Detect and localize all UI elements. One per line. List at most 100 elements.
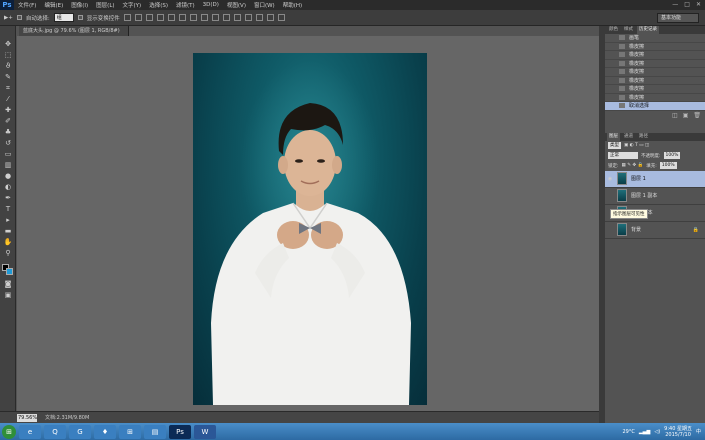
3d-rotate-icon[interactable] [266,14,274,21]
qq-icon[interactable]: Q [44,424,66,439]
ie-icon[interactable]: e [19,424,41,439]
folder-icon[interactable]: ▤ [144,424,166,439]
clone-stamp-tool-icon[interactable]: ♣ [3,128,13,137]
app-icon[interactable]: ⊞ [119,424,141,439]
screen-mode-icon[interactable]: ▣ [3,291,13,300]
menu-file[interactable]: 文件(F) [14,1,40,9]
marquee-tool-icon[interactable]: ⬚ [3,51,13,60]
word-taskbar-icon[interactable]: W [194,424,216,439]
background-color-swatch[interactable] [6,268,13,275]
path-select-tool-icon[interactable]: ▸ [3,216,13,225]
photoshop-taskbar-icon[interactable]: Ps [169,424,191,439]
eraser-tool-icon[interactable]: ▭ [3,150,13,159]
3d-pan-icon[interactable] [277,14,285,21]
menu-window[interactable]: 窗口(W) [250,1,279,9]
history-item[interactable]: 橡皮擦 [605,77,705,85]
align-vcenter-icon[interactable] [134,14,142,21]
tab-layers[interactable]: 图层 [607,132,620,141]
distribute-top-icon[interactable] [189,14,197,21]
tab-history[interactable]: 历史记录 [637,26,659,34]
align-top-icon[interactable] [123,14,131,21]
filter-icons[interactable]: ▣ ◐ T ▭ ◫ [624,143,649,148]
hand-tool-icon[interactable]: ✋ [3,238,13,247]
gradient-tool-icon[interactable]: ▥ [3,161,13,170]
3d-mode-icon[interactable] [255,14,263,21]
distribute-left-icon[interactable] [222,14,230,21]
layer-row[interactable]: 背景 🔒 [605,222,705,239]
type-tool-icon[interactable]: T [3,205,13,214]
distribute-right-icon[interactable] [244,14,252,21]
eyedropper-tool-icon[interactable]: ⁄ [3,95,13,104]
lock-icons[interactable]: ▦ ✎ ✥ 🔒 [622,163,644,168]
distribute-vcenter-icon[interactable] [200,14,208,21]
eye-icon[interactable] [607,227,613,233]
move-tool-icon[interactable]: ✥ [3,40,13,49]
zoom-tool-icon[interactable]: ⚲ [3,249,13,258]
fill-field[interactable]: 100% [659,162,677,169]
tab-styles[interactable]: 样式 [622,26,635,34]
maximize-button[interactable]: □ [684,0,690,10]
history-item[interactable]: 橡皮擦 [605,51,705,60]
align-hcenter-icon[interactable] [167,14,175,21]
auto-select-dropdown[interactable]: 组 [53,13,74,22]
menu-filter[interactable]: 滤镜(T) [172,1,199,9]
menu-layer[interactable]: 图层(L) [92,1,118,9]
quick-select-tool-icon[interactable]: ✎ [3,73,13,82]
history-item[interactable]: 橡皮擦 [605,60,705,68]
workspace-switcher[interactable]: 基本功能 [657,13,699,23]
layer-row[interactable]: 图层 1 副本 [605,188,705,205]
history-item[interactable]: 橡皮擦 [605,85,705,94]
align-left-icon[interactable] [156,14,164,21]
brush-tool-icon[interactable]: ✐ [3,117,13,126]
shape-tool-icon[interactable]: ▬ [3,227,13,236]
dodge-tool-icon[interactable]: ◐ [3,183,13,192]
history-item[interactable]: 橡皮擦 [605,43,705,51]
volume-icon[interactable]: ◁) [654,429,660,435]
eye-icon[interactable] [607,193,613,199]
menu-help[interactable]: 帮助(H) [279,1,306,9]
history-item[interactable]: 橡皮擦 [605,94,705,102]
move-tool-icon[interactable]: ▶+ [4,15,13,21]
menu-type[interactable]: 文字(Y) [119,1,146,9]
trash-icon[interactable]: 🗑 [693,112,701,119]
distribute-hcenter-icon[interactable] [233,14,241,21]
align-right-icon[interactable] [178,14,186,21]
history-item[interactable]: 画笔 [605,34,705,43]
align-bottom-icon[interactable] [145,14,153,21]
start-button[interactable]: ⊞ [2,424,16,439]
menu-image[interactable]: 图像(I) [67,1,92,9]
menu-3d[interactable]: 3D(D) [199,2,223,8]
weather-label[interactable]: 29°C [622,429,634,435]
blur-tool-icon[interactable]: ● [3,172,13,181]
auto-select-checkbox[interactable] [16,15,22,20]
blend-mode-select[interactable]: 正常 [608,152,638,159]
menu-view[interactable]: 视图(V) [223,1,250,9]
pen-tool-icon[interactable]: ✒ [3,194,13,203]
zoom-level-field[interactable]: 79.56% [17,413,37,422]
healing-brush-tool-icon[interactable]: ✚ [3,106,13,115]
crop-tool-icon[interactable]: ⌗ [3,84,13,93]
eye-icon[interactable]: ◉ [607,176,613,182]
tab-channels[interactable]: 通道 [622,133,635,141]
history-item[interactable]: 橡皮擦 [605,68,705,77]
lasso-tool-icon[interactable]: ϑ [3,62,13,71]
layer-kind-filter[interactable]: 类型 [608,142,621,149]
new-snapshot-icon[interactable]: ◫ [672,112,678,119]
distribute-bottom-icon[interactable] [211,14,219,21]
close-button[interactable]: ✕ [696,0,701,10]
camera-icon[interactable]: ▣ [683,112,689,119]
layer-row[interactable]: ◉ 图层 1 [605,170,705,188]
tab-color[interactable]: 颜色 [607,26,620,34]
app-icon[interactable]: ♦ [94,424,116,439]
show-transform-checkbox[interactable] [77,15,83,20]
document-size-info[interactable]: 文档:2.31M/9.80M [45,414,89,421]
opacity-field[interactable]: 100% [663,152,681,159]
network-icon[interactable]: ▂▄▆ [639,429,651,435]
history-item-selected[interactable]: 取消选择 [605,102,705,111]
clock[interactable]: 9:40 星期五 2015/7/10 [664,426,692,438]
document-canvas-photo[interactable] [193,53,427,405]
input-language[interactable]: 中 [696,428,701,435]
browser-icon[interactable]: G [69,424,91,439]
tab-paths[interactable]: 路径 [637,133,650,141]
document-tab[interactable]: 蓝底大头.jpg @ 79.6% (图层 1, RGB/8#) [19,26,129,36]
